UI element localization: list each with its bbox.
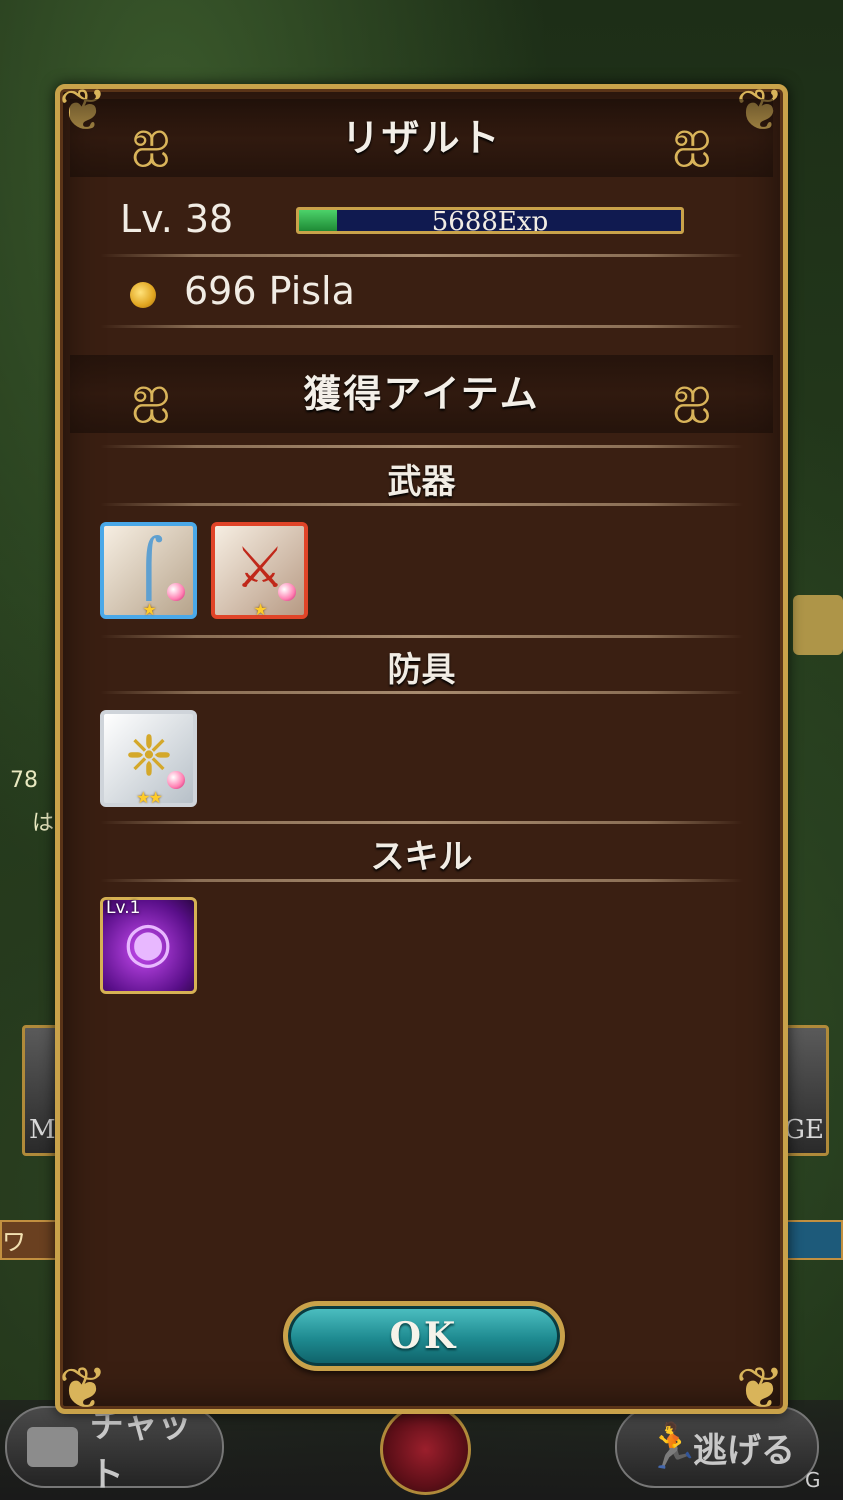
armor-item-crest[interactable]: ❈ ★★: [100, 710, 197, 807]
divider: [100, 503, 743, 506]
skill-items: Lv.1 ◉: [100, 897, 197, 994]
gem-icon: [167, 583, 185, 601]
rarity-stars: ★★: [136, 788, 163, 807]
divider: [100, 691, 743, 694]
title-band: ஐ リザルト ஐ: [70, 99, 773, 177]
divider: [100, 821, 743, 824]
items-header-band: ஐ 獲得アイテム ஐ: [70, 355, 773, 433]
armor-items: ❈ ★★: [100, 710, 197, 807]
swirl-ornament-icon: ஐ: [672, 110, 712, 166]
section-skills: スキル: [370, 837, 473, 877]
section-weapons: 武器: [387, 462, 456, 502]
gem-icon: [278, 583, 296, 601]
rarity-stars: ★: [253, 600, 267, 619]
result-dialog: ❦ ❦ ❦ ❦ ஐ リザルト ஐ Lv. 38 5688Exp 696 Pisl…: [55, 76, 788, 1422]
background-right-skill-text: GE: [784, 1115, 824, 1145]
background-left-skill-text: M: [29, 1115, 56, 1145]
exp-text: 5688Exp: [431, 207, 549, 234]
running-person-icon: 🏃: [645, 1421, 700, 1472]
flee-label: 逃げる: [693, 1430, 795, 1471]
center-emblem-icon: [380, 1404, 471, 1495]
gem-icon: [167, 771, 185, 789]
watermark-icon: G: [805, 1468, 821, 1492]
divider: [100, 325, 743, 328]
divider: [100, 254, 743, 257]
divider: [100, 445, 743, 448]
weapon-item-sword[interactable]: ⚔ ★: [211, 522, 308, 619]
level-label: Lv. 38: [120, 197, 234, 241]
background-right-bar: [784, 1220, 843, 1260]
background-item: [793, 595, 843, 655]
background-right-skill-button: GE: [783, 1025, 829, 1156]
weapon-item-scythe[interactable]: ⌠ ★: [100, 522, 197, 619]
ok-button[interactable]: OK: [283, 1301, 565, 1371]
currency-label: 696 Pisla: [184, 269, 355, 313]
swirl-ornament-icon: ஐ: [672, 366, 712, 422]
chat-bubble-icon: [27, 1427, 78, 1467]
skill-item[interactable]: Lv.1 ◉: [100, 897, 197, 994]
background-hp-char: は: [32, 811, 55, 836]
skill-orb-icon: ◉: [123, 910, 173, 975]
coin-icon: [130, 282, 156, 308]
weapon-items: ⌠ ★ ⚔ ★: [100, 522, 308, 619]
bottom-bar: チャット 🏃 逃げる G: [0, 1400, 843, 1500]
exp-bar: 5688Exp: [296, 207, 684, 234]
divider: [100, 635, 743, 638]
section-armor: 防具: [387, 650, 456, 690]
ok-label: OK: [389, 1315, 459, 1357]
ornament-corner-icon: ❦: [735, 1354, 785, 1422]
divider: [100, 879, 743, 882]
background-hp-value: 78: [10, 768, 38, 793]
ornament-corner-icon: ❦: [58, 1354, 108, 1422]
rarity-stars: ★: [142, 600, 156, 619]
